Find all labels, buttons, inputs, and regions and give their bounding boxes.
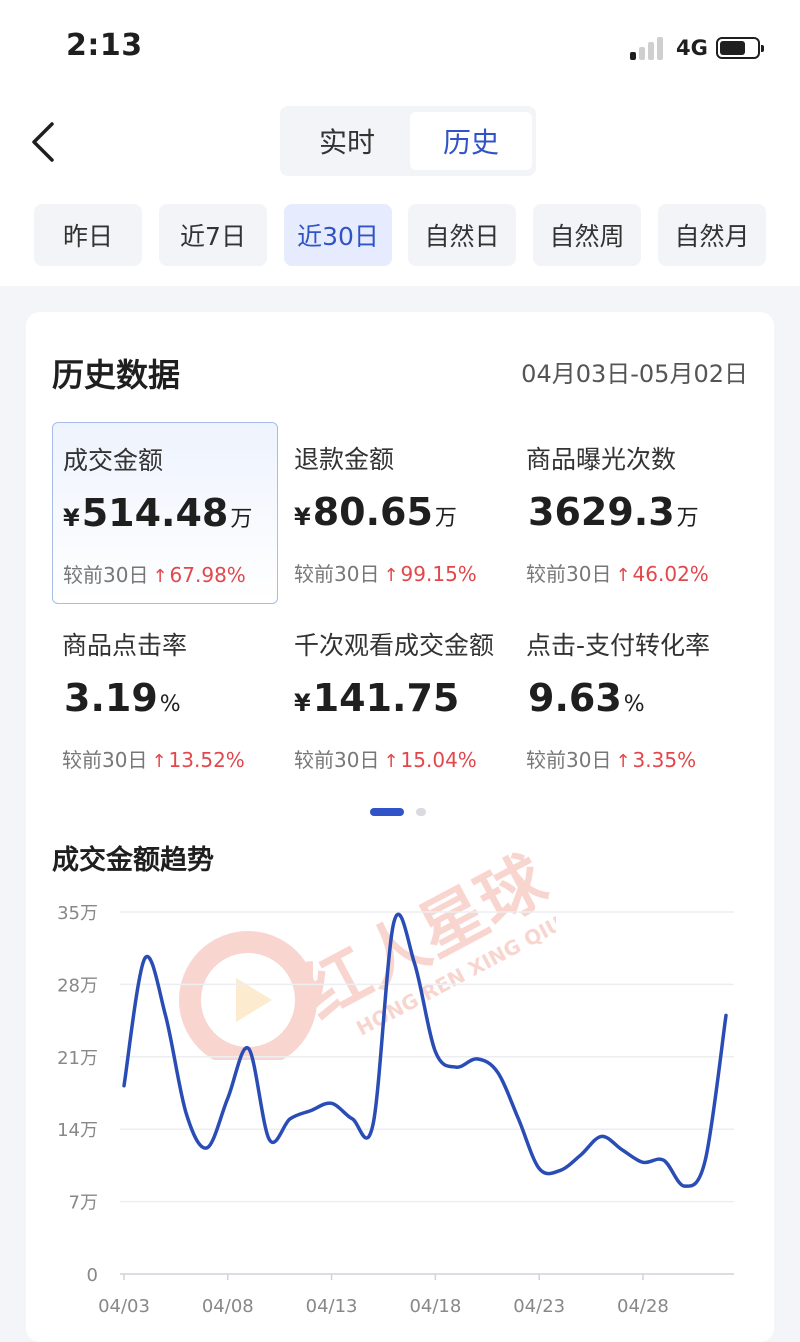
x-tick-label: 04/28 <box>617 1296 669 1317</box>
x-tick-label: 04/18 <box>409 1296 461 1317</box>
metric-label: 成交金额 <box>63 446 164 475</box>
metric-compare: 较前30日 ↑ 3.35% <box>526 748 697 772</box>
chip-natural-week[interactable]: 自然周 <box>533 204 641 266</box>
metric-gmv[interactable]: 成交金额 ¥514.48万 较前30日 ↑ 67.98% <box>52 422 278 604</box>
metric-refund[interactable]: 退款金额 ¥80.65万 较前30日 ↑ 99.15% <box>284 422 510 604</box>
x-tick-label: 04/23 <box>513 1296 565 1317</box>
x-tick-label: 04/08 <box>202 1296 254 1317</box>
series-line <box>122 912 728 1188</box>
date-range: 04月03日-05月02日 <box>521 360 748 388</box>
header: 实时 历史 昨日 近7日 近30日 自然日 自然周 自然月 <box>0 90 800 286</box>
y-tick-label: 14万 <box>57 1120 98 1141</box>
chip-last-7-days[interactable]: 近7日 <box>159 204 267 266</box>
metric-value: ¥514.48万 <box>63 491 253 535</box>
metric-compare: 较前30日 ↑ 46.02% <box>526 562 709 586</box>
y-tick-label: 35万 <box>57 903 98 924</box>
metric-label: 商品曝光次数 <box>526 445 677 474</box>
arrow-up-icon: ↑ <box>151 751 167 772</box>
back-button[interactable] <box>28 120 68 164</box>
gmv-trend-chart[interactable]: 0 7万 14万 21万 28万 35万 04/03 04/08 04/13 04/18 04/23… <box>26 882 774 1342</box>
chip-yesterday[interactable]: 昨日 <box>34 204 142 266</box>
metric-value: 3.19% <box>64 676 181 720</box>
metric-gpm[interactable]: 千次观看成交金额 ¥141.75 较前30日 ↑ 15.04% <box>284 608 510 790</box>
pager-dots[interactable] <box>370 808 450 818</box>
pager-dot[interactable] <box>416 808 426 816</box>
metric-label: 商品点击率 <box>62 631 188 660</box>
metric-compare: 较前30日 ↑ 99.15% <box>294 562 477 586</box>
metric-ctr[interactable]: 商品点击率 3.19% 较前30日 ↑ 13.52% <box>52 608 278 790</box>
trend-title: 成交金额趋势 <box>52 845 214 876</box>
tab-realtime[interactable]: 实时 <box>286 112 408 170</box>
metric-value: 3629.3万 <box>528 490 699 534</box>
y-tick-label: 28万 <box>57 975 98 996</box>
metric-label: 千次观看成交金额 <box>294 631 495 660</box>
x-tick-label: 04/03 <box>98 1296 150 1317</box>
status-bar: 2:13 4G <box>0 0 800 90</box>
mode-tabs: 实时 历史 <box>280 106 536 176</box>
y-tick-label: 7万 <box>69 1193 98 1214</box>
status-time: 2:13 <box>66 28 143 63</box>
chip-natural-day[interactable]: 自然日 <box>408 204 516 266</box>
history-title: 历史数据 <box>52 356 181 394</box>
metric-value: 9.63% <box>528 676 645 720</box>
x-tick-label: 04/13 <box>306 1296 358 1317</box>
metric-label: 退款金额 <box>294 445 395 474</box>
arrow-up-icon: ↑ <box>615 565 631 586</box>
chip-natural-month[interactable]: 自然月 <box>658 204 766 266</box>
metric-value: ¥80.65万 <box>294 490 457 534</box>
history-card: 历史数据 04月03日-05月02日 成交金额 ¥514.48万 较前30日 ↑ 6… <box>26 312 774 1342</box>
arrow-up-icon: ↑ <box>383 565 399 586</box>
metric-compare: 较前30日 ↑ 15.04% <box>294 748 477 772</box>
metric-compare: 较前30日 ↑ 13.52% <box>62 748 245 772</box>
chevron-left-icon <box>32 122 54 162</box>
arrow-up-icon: ↑ <box>615 751 631 772</box>
metric-value: ¥141.75 <box>294 676 460 720</box>
metric-conversion[interactable]: 点击-支付转化率 9.63% 较前30日 ↑ 3.35% <box>516 608 742 790</box>
chip-last-30-days[interactable]: 近30日 <box>284 204 392 266</box>
metric-impressions[interactable]: 商品曝光次数 3629.3万 较前30日 ↑ 46.02% <box>516 422 742 604</box>
pager-dot-active[interactable] <box>370 808 404 816</box>
signal-icon <box>630 36 670 60</box>
arrow-up-icon: ↑ <box>152 566 168 587</box>
metric-label: 点击-支付转化率 <box>526 631 711 660</box>
metric-compare: 较前30日 ↑ 67.98% <box>63 563 246 587</box>
tab-history[interactable]: 历史 <box>410 112 532 170</box>
arrow-up-icon: ↑ <box>383 751 399 772</box>
network-type: 4G <box>676 36 708 60</box>
y-tick-label: 0 <box>87 1265 98 1286</box>
battery-icon <box>716 37 764 59</box>
y-tick-label: 21万 <box>57 1048 98 1069</box>
